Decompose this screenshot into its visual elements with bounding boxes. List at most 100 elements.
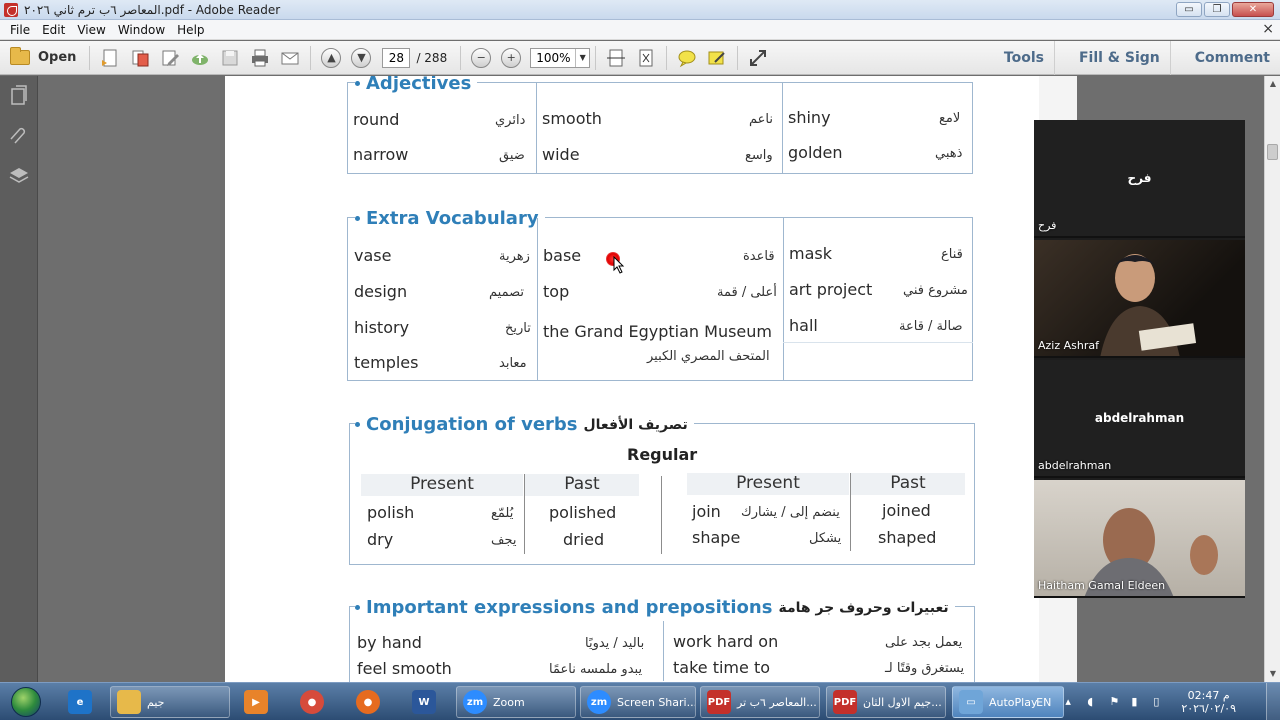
vocab-ar: قاعدة xyxy=(743,249,775,264)
menu-window[interactable]: Window xyxy=(112,23,171,37)
vocab-en: round xyxy=(353,110,400,129)
speech-bubble-icon xyxy=(678,50,696,67)
verb-ar: يجف xyxy=(491,533,517,548)
vocab-ar: تاريخ xyxy=(505,321,531,336)
edit-button[interactable] xyxy=(159,47,181,69)
clock[interactable]: 02:47 م ٢٠٢٦/٠٢/٠٩ xyxy=(1181,689,1236,715)
restore-button[interactable]: ❐ xyxy=(1204,2,1230,17)
chevron-down-icon[interactable]: ▼ xyxy=(575,48,589,67)
fill-sign-pane-button[interactable]: Fill & Sign xyxy=(1053,41,1160,75)
taskbar-word[interactable]: W xyxy=(406,686,446,718)
start-button[interactable] xyxy=(4,685,48,719)
volume-icon[interactable]: ◖ xyxy=(1087,695,1101,709)
vocab-en: wide xyxy=(542,145,580,164)
layers-button[interactable] xyxy=(0,156,38,196)
show-desktop-button[interactable] xyxy=(1266,683,1280,720)
scroll-thumb[interactable] xyxy=(1267,144,1278,160)
vocab-ar: زهرية xyxy=(499,249,530,264)
next-page-button[interactable]: ▼ xyxy=(351,47,372,68)
word-icon: W xyxy=(412,690,436,714)
zoom-out-button[interactable]: − xyxy=(471,47,492,68)
menu-view[interactable]: View xyxy=(71,23,111,37)
taskbar-item[interactable]: zm Screen Shari... xyxy=(580,686,696,718)
taskbar-item-label: AutoPlay xyxy=(989,695,1038,709)
power-icon[interactable]: ▯ xyxy=(1153,695,1167,709)
expression-ar: باليد / يدويًا xyxy=(585,636,645,651)
expand-button[interactable] xyxy=(747,47,769,69)
highlight-button[interactable] xyxy=(706,47,728,69)
participant-tile[interactable]: Haitham Gamal Eldeen xyxy=(1034,480,1245,598)
column-divider xyxy=(783,218,784,380)
clock-date: ٢٠٢٦/٠٢/٠٩ xyxy=(1181,702,1236,715)
minimize-button[interactable]: ▭ xyxy=(1176,2,1202,17)
sticky-note-button[interactable] xyxy=(676,47,698,69)
participant-tile[interactable]: فرح فرح xyxy=(1034,120,1245,238)
network-icon[interactable]: ▮ xyxy=(1131,695,1145,709)
show-hidden-icons-icon[interactable]: ▴ xyxy=(1065,695,1079,709)
zoom-in-button[interactable]: + xyxy=(501,47,522,68)
menu-help[interactable]: Help xyxy=(171,23,210,37)
taskbar-item[interactable]: جيم xyxy=(110,686,230,718)
email-button[interactable] xyxy=(279,47,301,69)
menu-file[interactable]: File xyxy=(4,23,36,37)
menu-edit[interactable]: Edit xyxy=(36,23,71,37)
adobe-reader-icon xyxy=(4,2,18,17)
zoom-select[interactable]: 100% ▼ xyxy=(530,47,591,68)
tools-pane-button[interactable]: Tools xyxy=(1004,41,1044,75)
verb-past: joined xyxy=(882,501,931,520)
vocab-en: temples xyxy=(354,353,419,372)
close-button[interactable]: ✕ xyxy=(1232,2,1274,17)
fit-width-button[interactable] xyxy=(605,47,627,69)
upload-button[interactable] xyxy=(189,47,211,69)
fit-page-button[interactable] xyxy=(635,47,657,69)
scroll-up-icon[interactable]: ▲ xyxy=(1265,76,1280,92)
menu-bar: File Edit View Window Help × xyxy=(0,20,1280,40)
save-icon xyxy=(222,50,238,65)
participant-tile[interactable]: abdelrahman abdelrahman xyxy=(1034,360,1245,478)
system-tray: EN ▴ ◖ ⚑ ▮ ▯ 02:47 م ٢٠٢٦/٠٢/٠٩ xyxy=(1036,683,1236,720)
create-pdf-icon xyxy=(102,49,117,66)
toolbar-separator xyxy=(460,45,462,70)
present-header: Present xyxy=(361,474,523,496)
previous-page-button[interactable]: ▲ xyxy=(321,47,342,68)
taskbar-media[interactable]: ▶ xyxy=(238,686,278,718)
toolbar-separator xyxy=(595,45,597,70)
taskbar-ie[interactable]: e xyxy=(62,686,102,718)
arrow-up-icon: ▲ xyxy=(327,51,336,64)
participant-tile[interactable]: Aziz Ashraf xyxy=(1034,240,1245,358)
combine-files-button[interactable] xyxy=(129,47,151,69)
expand-icon xyxy=(750,49,767,66)
expression-en: take time to xyxy=(673,658,770,677)
verb-ar: ينضم إلى / يشارك xyxy=(741,505,840,520)
envelope-icon xyxy=(281,52,299,64)
save-button[interactable] xyxy=(219,47,241,69)
action-center-icon[interactable]: ⚑ xyxy=(1109,695,1123,709)
taskbar-chrome[interactable]: ● xyxy=(294,686,334,718)
firefox-icon: ● xyxy=(356,690,380,714)
language-indicator[interactable]: EN xyxy=(1036,696,1051,709)
taskbar-item[interactable]: PDF جيم الاول الثان... xyxy=(826,686,946,718)
column-divider xyxy=(782,83,783,173)
adjectives-title-text: Adjectives xyxy=(366,76,472,94)
comment-pane-button[interactable]: Comment xyxy=(1169,41,1270,75)
vocab-en: vase xyxy=(354,246,392,265)
attachments-button[interactable] xyxy=(0,116,38,156)
vocab-en: design xyxy=(354,282,408,301)
open-button[interactable]: Open xyxy=(6,45,84,71)
print-button[interactable] xyxy=(249,47,271,69)
vertical-scrollbar[interactable]: ▲ ▼ xyxy=(1264,76,1280,682)
taskbar-item[interactable]: PDF المعاصر ٦ب تر... xyxy=(700,686,820,718)
pdf-page: Adjectives round دائري smooth ناعم shiny… xyxy=(225,76,1077,682)
page-number-input[interactable]: 28 xyxy=(382,47,411,68)
taskbar-item[interactable]: zm Zoom xyxy=(456,686,576,718)
scroll-down-icon[interactable]: ▼ xyxy=(1265,666,1280,682)
expressions-title-text: Important expressions and prepositions xyxy=(366,597,773,618)
page-thumbnails-button[interactable] xyxy=(0,76,38,116)
taskbar-firefox[interactable]: ● xyxy=(350,686,390,718)
autoplay-icon: ▭ xyxy=(959,690,983,714)
create-pdf-button[interactable] xyxy=(99,47,121,69)
pdf-icon: PDF xyxy=(707,690,731,714)
title-bar: المعاصر ٦ب ترم ثاني ٢٠٢٦.pdf - Adobe Rea… xyxy=(0,0,1280,20)
vocab-en: top xyxy=(543,282,570,301)
document-close-button[interactable]: × xyxy=(1262,21,1274,37)
